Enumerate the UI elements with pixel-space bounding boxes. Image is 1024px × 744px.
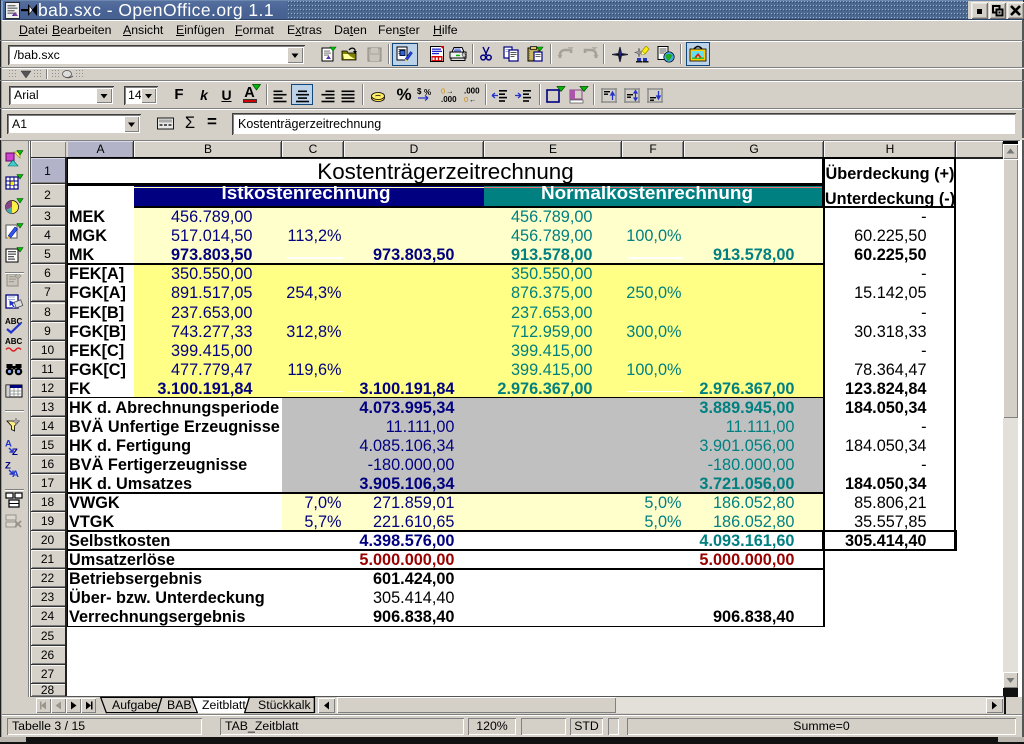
- svg-text:ABC: ABC: [5, 337, 23, 346]
- svg-text:Stückkalk: Stückkalk: [258, 698, 311, 712]
- svg-text:Zeitblatt: Zeitblatt: [202, 698, 246, 712]
- svg-text:A: A: [5, 439, 12, 450]
- svg-text:Z: Z: [5, 461, 11, 472]
- svg-text:$: $: [417, 87, 422, 96]
- svg-text:←: ←: [469, 95, 477, 103]
- svg-text:.000: .000: [441, 95, 457, 103]
- svg-text:0: 0: [464, 95, 468, 103]
- svg-text:Aufgabe: Aufgabe: [112, 698, 158, 712]
- svg-text:BAB: BAB: [167, 698, 192, 712]
